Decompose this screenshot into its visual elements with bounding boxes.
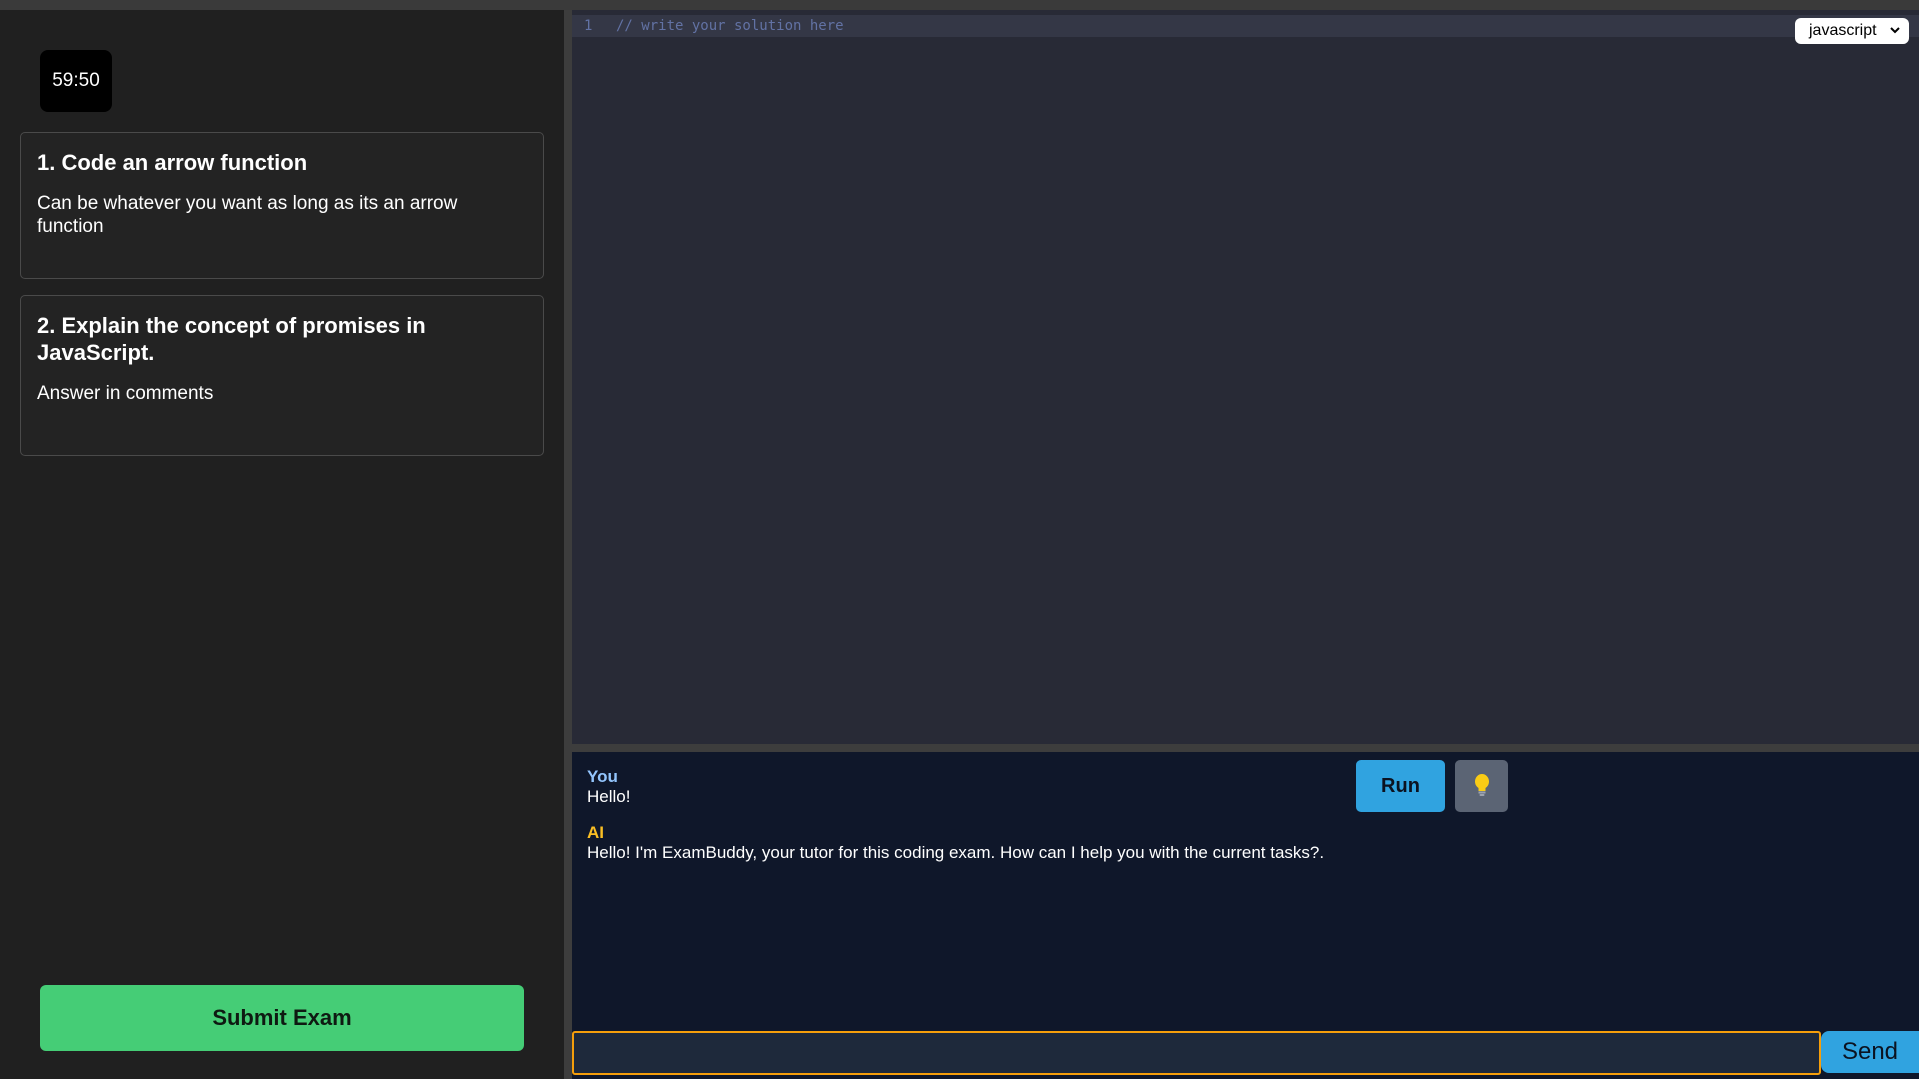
language-select[interactable]: javascript bbox=[1795, 18, 1909, 44]
message-text: Hello! I'm ExamBuddy, your tutor for thi… bbox=[587, 843, 1325, 862]
line-number: 1 bbox=[584, 18, 593, 34]
top-bar bbox=[0, 0, 1919, 10]
hint-button[interactable] bbox=[1455, 760, 1508, 812]
timer-value: 59:50 bbox=[52, 70, 100, 91]
message-sender: AI bbox=[587, 823, 604, 842]
question-description: Can be whatever you want as long as its … bbox=[37, 193, 458, 237]
message-text: Hello! bbox=[587, 787, 631, 806]
panel-splitter[interactable] bbox=[564, 10, 572, 1079]
questions-panel: 59:50 1. Code an arrow function Can be w… bbox=[0, 10, 564, 1079]
question-description: Answer in comments bbox=[37, 383, 214, 404]
chat-message: AI Hello! I'm ExamBuddy, your tutor for … bbox=[587, 823, 1324, 863]
question-card-2: 2. Explain the concept of promises in Ja… bbox=[20, 295, 544, 456]
question-card-1: 1. Code an arrow function Can be whateve… bbox=[20, 132, 544, 279]
submit-exam-button[interactable]: Submit Exam bbox=[40, 985, 524, 1051]
question-title: 1. Code an arrow function bbox=[37, 150, 308, 175]
code-comment[interactable]: // write your solution here bbox=[616, 15, 844, 37]
language-select-value: javascript bbox=[1809, 22, 1877, 39]
code-editor[interactable]: 1 // write your solution here javascript bbox=[572, 10, 1919, 744]
chat-message: You Hello! bbox=[587, 767, 630, 807]
editor-line[interactable]: 1 // write your solution here bbox=[572, 15, 1919, 37]
lightbulb-icon bbox=[1473, 773, 1491, 800]
send-button[interactable]: Send bbox=[1821, 1031, 1919, 1073]
chevron-down-icon bbox=[1889, 22, 1901, 41]
message-sender: You bbox=[587, 767, 618, 786]
chat-input[interactable] bbox=[572, 1031, 1821, 1075]
question-title: 2. Explain the concept of promises in Ja… bbox=[37, 313, 426, 365]
editor-chat-divider[interactable] bbox=[572, 744, 1919, 752]
chat-panel: You Hello! AI Hello! I'm ExamBuddy, your… bbox=[572, 752, 1919, 1079]
run-button[interactable]: Run bbox=[1356, 760, 1445, 812]
exam-timer: 59:50 bbox=[40, 50, 112, 112]
